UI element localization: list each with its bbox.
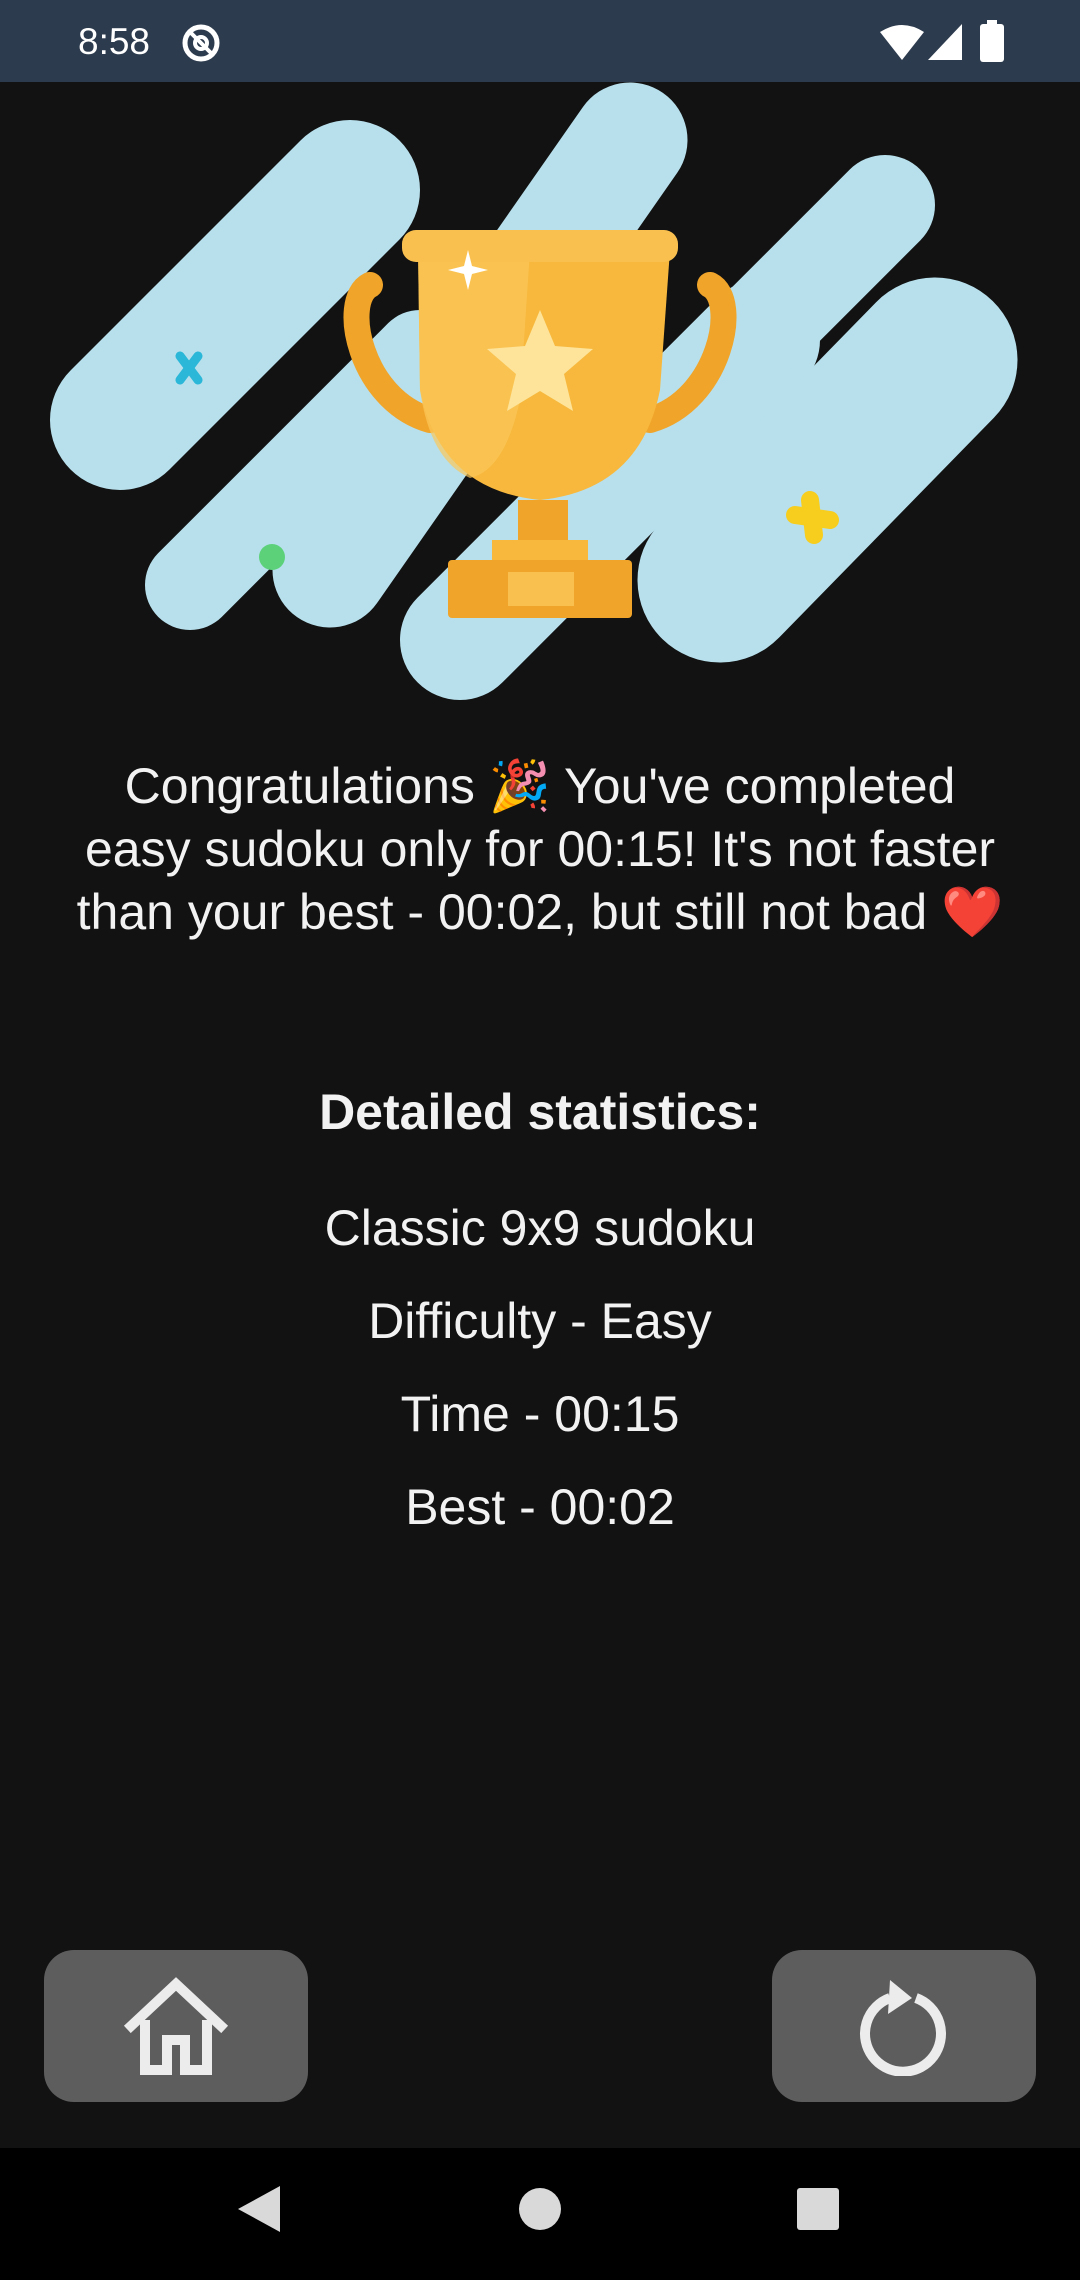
- stat-best: Best - 00:02: [405, 1479, 675, 1535]
- back-icon[interactable]: [236, 2184, 282, 2234]
- stat-game-type: Classic 9x9 sudoku: [324, 1200, 756, 1256]
- status-bar: 8:58: [0, 0, 1080, 82]
- congratulations-message: Congratulations 🎉 You've completed easy …: [76, 758, 1004, 940]
- stat-time: Time - 00:15: [400, 1386, 680, 1442]
- wifi-icon: [880, 25, 924, 60]
- battery-icon: [980, 20, 1004, 62]
- statistics-heading: Detailed statistics:: [319, 1084, 761, 1140]
- signal-icon: [928, 24, 962, 60]
- sync-icon: [182, 24, 220, 62]
- stat-difficulty: Difficulty - Easy: [368, 1293, 712, 1349]
- home-icon: [123, 1977, 229, 2075]
- navigation-bar: [0, 2148, 1080, 2280]
- restart-button[interactable]: [772, 1950, 1036, 2102]
- status-time: 8:58: [78, 21, 151, 62]
- home-circle-icon[interactable]: [518, 2184, 562, 2234]
- dot-confetti-icon: [259, 544, 285, 570]
- recents-icon[interactable]: [797, 2184, 839, 2234]
- restart-icon: [860, 1980, 946, 2076]
- trophy-illustration: [50, 82, 1018, 700]
- home-button[interactable]: [44, 1950, 308, 2102]
